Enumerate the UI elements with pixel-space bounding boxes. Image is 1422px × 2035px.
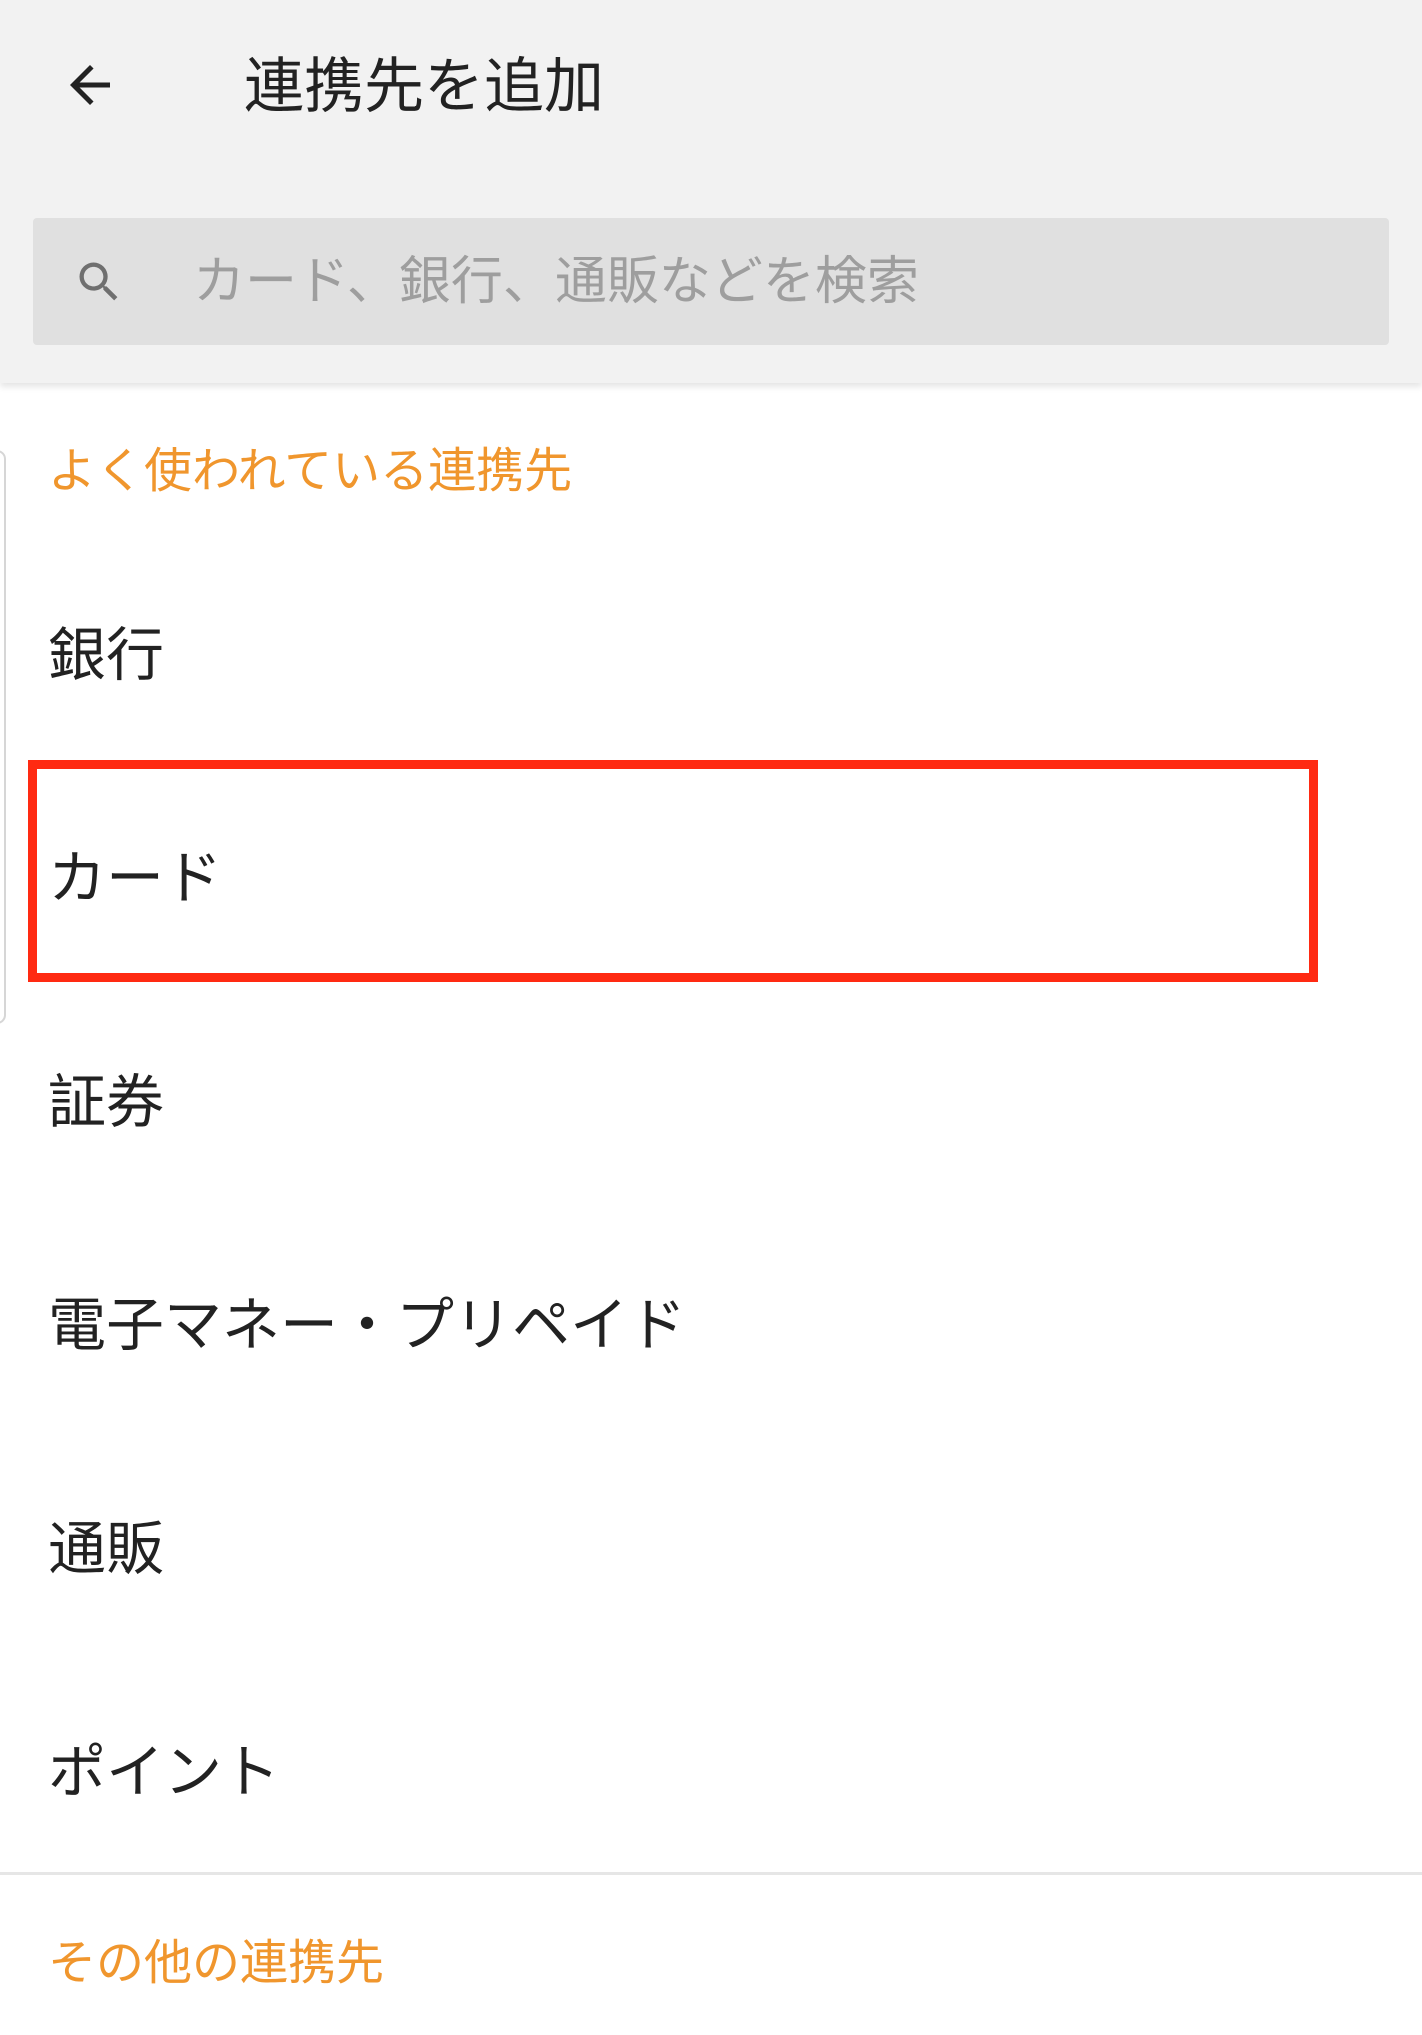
list-item-label: 電子マネー・プリペイド [48, 1291, 687, 1359]
list-item-label: 通販 [48, 1515, 165, 1583]
list-item-label: ポイント [48, 1738, 281, 1806]
list-item-ecommerce[interactable]: 通販 [0, 1434, 1422, 1654]
app-screen: 連携先を追加 よく使われている連携先 銀行 カード 証券 電子マネー・プリペイド… [0, 0, 1422, 2035]
list-item-bank[interactable]: 銀行 [0, 540, 1422, 760]
scroll-indicator [0, 450, 6, 1024]
list-item-securities[interactable]: 証券 [0, 987, 1422, 1207]
list-item-points[interactable]: ポイント [0, 1657, 1422, 1877]
search-bar[interactable] [33, 218, 1389, 345]
top-app-bar: 連携先を追加 [0, 0, 1422, 383]
search-input[interactable] [193, 218, 1343, 345]
list-item-emoney-prepaid[interactable]: 電子マネー・プリペイド [0, 1210, 1422, 1430]
section-header-other: その他の連携先 [48, 1935, 385, 1991]
search-icon [79, 262, 118, 301]
section-divider [0, 1872, 1422, 1875]
list-item-card[interactable]: カード [0, 763, 1422, 983]
section-header-frequent: よく使われている連携先 [48, 443, 573, 499]
arrow-back-icon [70, 65, 110, 105]
page-title: 連携先を追加 [244, 52, 604, 122]
list-item-label: 証券 [48, 1068, 165, 1136]
back-button[interactable] [50, 45, 130, 125]
list-item-label: カード [48, 844, 223, 912]
list-item-label: 銀行 [48, 621, 165, 689]
